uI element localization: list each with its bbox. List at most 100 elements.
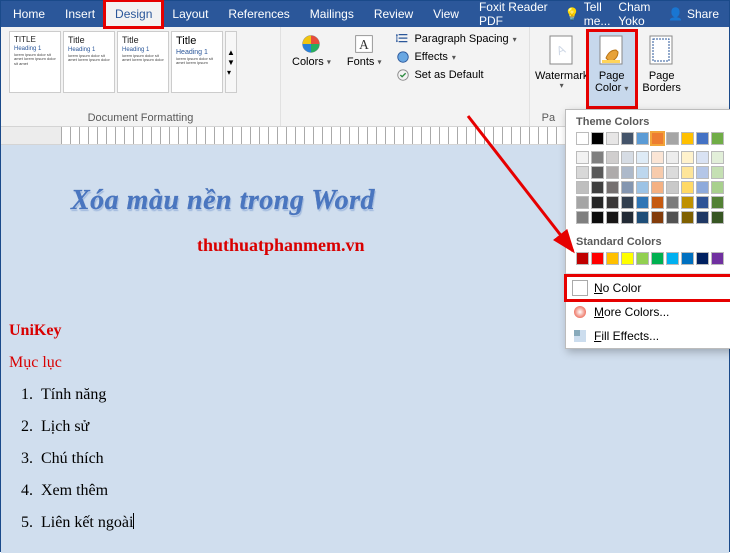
color-swatch[interactable]	[576, 166, 589, 179]
set-as-default-button[interactable]: Set as Default	[392, 67, 520, 83]
color-swatch[interactable]	[636, 211, 649, 224]
user-name[interactable]: Cham Yoko	[618, 0, 660, 28]
fill-effects-menuitem[interactable]: Fill Effects...	[566, 324, 730, 348]
color-swatch[interactable]	[681, 252, 694, 265]
more-colors-menuitem[interactable]: More Colors...	[566, 300, 730, 324]
document-url-text[interactable]: thuthuatphanmem.vn	[197, 235, 365, 256]
wordart-title[interactable]: Xóa màu nền trong Word	[71, 185, 375, 217]
tab-view[interactable]: View	[423, 1, 469, 27]
theme-preview[interactable]: Title Heading 1 lorem ipsum dolor sit am…	[63, 31, 115, 93]
color-swatch[interactable]	[696, 132, 709, 145]
gallery-down-icon[interactable]: ▼	[227, 58, 235, 67]
color-swatch[interactable]	[621, 181, 634, 194]
color-swatch[interactable]	[666, 166, 679, 179]
list-item[interactable]: Xem thêm	[37, 475, 134, 507]
document-formatting-gallery[interactable]: TITLE Heading 1 lorem ipsum dolor sit am…	[9, 31, 272, 110]
color-swatch[interactable]	[621, 166, 634, 179]
list-item[interactable]: Tính năng	[37, 379, 134, 411]
tab-review[interactable]: Review	[364, 1, 423, 27]
tab-home[interactable]: Home	[3, 1, 55, 27]
effects-button[interactable]: Effects ▾	[392, 49, 520, 65]
tab-layout[interactable]: Layout	[162, 1, 218, 27]
color-swatch[interactable]	[576, 151, 589, 164]
color-swatch[interactable]	[621, 132, 634, 145]
color-swatch[interactable]	[621, 196, 634, 209]
document-body[interactable]: UniKey Mục lục Tính năng Lịch sử Chú thí…	[9, 315, 134, 539]
color-swatch[interactable]	[591, 132, 604, 145]
color-swatch[interactable]	[651, 151, 664, 164]
color-swatch[interactable]	[666, 252, 679, 265]
color-swatch[interactable]	[636, 132, 649, 145]
color-swatch[interactable]	[576, 132, 589, 145]
color-swatch[interactable]	[651, 196, 664, 209]
color-swatch[interactable]	[636, 151, 649, 164]
theme-preview[interactable]: Title Heading 1 lorem ipsum dolor sit am…	[171, 31, 223, 93]
color-swatch[interactable]	[711, 181, 724, 194]
watermark-button[interactable]: A Watermark▾	[538, 31, 586, 107]
color-swatch[interactable]	[666, 181, 679, 194]
color-swatch[interactable]	[681, 132, 694, 145]
color-swatch[interactable]	[711, 211, 724, 224]
gallery-more-icon[interactable]: ▾	[227, 68, 235, 77]
theme-preview[interactable]: TITLE Heading 1 lorem ipsum dolor sit am…	[9, 31, 61, 93]
color-swatch[interactable]	[651, 166, 664, 179]
list-item[interactable]: Chú thích	[37, 443, 134, 475]
color-swatch[interactable]	[606, 151, 619, 164]
color-swatch[interactable]	[666, 132, 679, 145]
color-swatch[interactable]	[636, 252, 649, 265]
gallery-up-icon[interactable]: ▲	[227, 48, 235, 57]
tab-insert[interactable]: Insert	[55, 1, 105, 27]
color-swatch[interactable]	[666, 151, 679, 164]
color-swatch[interactable]	[681, 166, 694, 179]
color-swatch[interactable]	[696, 166, 709, 179]
page-borders-button[interactable]: Page Borders	[638, 31, 686, 107]
color-swatch[interactable]	[696, 196, 709, 209]
color-swatch[interactable]	[711, 132, 724, 145]
color-swatch[interactable]	[591, 211, 604, 224]
color-swatch[interactable]	[711, 196, 724, 209]
color-swatch[interactable]	[606, 181, 619, 194]
color-swatch[interactable]	[576, 252, 589, 265]
list-item[interactable]: Liên kết ngoài	[37, 507, 134, 539]
color-swatch[interactable]	[636, 196, 649, 209]
color-swatch[interactable]	[651, 211, 664, 224]
color-swatch[interactable]	[606, 166, 619, 179]
color-swatch[interactable]	[696, 252, 709, 265]
color-swatch[interactable]	[681, 211, 694, 224]
no-color-menuitem[interactable]: No Color	[566, 276, 730, 300]
color-swatch[interactable]	[651, 181, 664, 194]
tab-references[interactable]: References	[218, 1, 299, 27]
color-swatch[interactable]	[681, 181, 694, 194]
color-swatch[interactable]	[606, 132, 619, 145]
color-swatch[interactable]	[591, 252, 604, 265]
colors-button[interactable]: Colors ▾	[287, 31, 336, 71]
color-swatch[interactable]	[711, 151, 724, 164]
color-swatch[interactable]	[591, 181, 604, 194]
color-swatch[interactable]	[681, 196, 694, 209]
tell-me[interactable]: 💡 Tell me...	[565, 0, 611, 28]
color-swatch[interactable]	[636, 166, 649, 179]
fonts-button[interactable]: A Fonts ▾	[342, 31, 387, 71]
color-swatch[interactable]	[651, 252, 664, 265]
color-swatch[interactable]	[621, 211, 634, 224]
color-swatch[interactable]	[696, 181, 709, 194]
color-swatch[interactable]	[576, 196, 589, 209]
heading-unikey[interactable]: UniKey	[9, 315, 134, 347]
share-button[interactable]: 👤 Share	[668, 7, 719, 21]
color-swatch[interactable]	[606, 196, 619, 209]
color-swatch[interactable]	[696, 151, 709, 164]
color-swatch[interactable]	[606, 211, 619, 224]
color-swatch[interactable]	[711, 166, 724, 179]
color-swatch[interactable]	[696, 211, 709, 224]
color-swatch[interactable]	[591, 166, 604, 179]
color-swatch[interactable]	[591, 151, 604, 164]
color-swatch[interactable]	[636, 181, 649, 194]
theme-preview[interactable]: Title Heading 1 lorem ipsum dolor sit am…	[117, 31, 169, 93]
color-swatch[interactable]	[606, 252, 619, 265]
tab-design[interactable]: Design	[105, 1, 162, 27]
heading-mucluc[interactable]: Mục lục	[9, 347, 134, 379]
color-swatch[interactable]	[666, 211, 679, 224]
list-item[interactable]: Lịch sử	[37, 411, 134, 443]
page-color-button[interactable]: Page Color ▾	[588, 31, 636, 107]
color-swatch[interactable]	[711, 252, 724, 265]
